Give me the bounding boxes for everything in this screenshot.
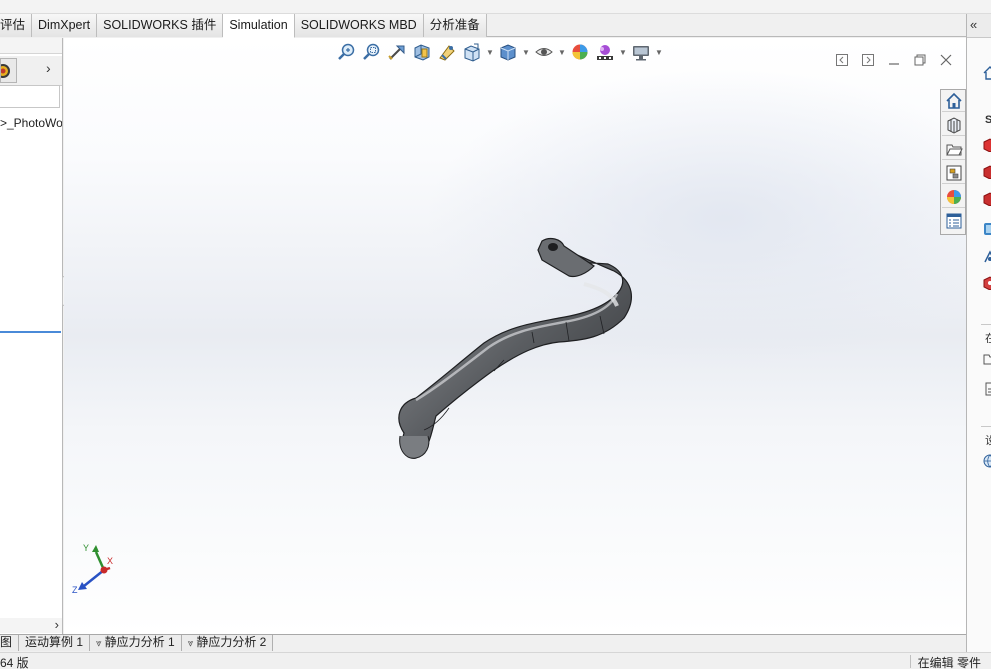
triad-y-label: Y (83, 543, 89, 553)
chevron-right-icon[interactable]: › (46, 60, 51, 76)
folder-icon[interactable] (983, 352, 991, 366)
panel-splitter[interactable] (0, 331, 61, 333)
globe-icon[interactable] (983, 454, 991, 468)
tab-solidworks-mbd[interactable]: SOLIDWORKS MBD (294, 14, 424, 37)
home-icon[interactable] (942, 90, 965, 112)
bottom-study-tabs: 图 运动算例 1 ⩔ 静应力分析 1 ⩔ 静应力分析 2 (0, 634, 966, 651)
tab-evaluate[interactable]: 评估 (0, 14, 33, 37)
command-manager-tabs: 评估 DimXpert SOLIDWORKS 插件 Simulation SOL… (0, 14, 966, 38)
edit-mode-text: 在编辑 零件 (917, 656, 981, 669)
tab-static-2[interactable]: ⩔ 静应力分析 2 (181, 635, 274, 651)
solidworks-window: 评估 DimXpert SOLIDWORKS 插件 Simulation SOL… (0, 0, 991, 669)
section-letter: S (985, 114, 991, 126)
tree-item-photoworks[interactable]: >_PhotoWo (0, 116, 62, 130)
file-explorer-icon[interactable] (942, 138, 965, 160)
tab-model[interactable]: 图 (0, 635, 20, 651)
drawing-icon[interactable] (983, 192, 991, 206)
document-icon[interactable] (983, 382, 991, 396)
appearance-tab[interactable] (0, 58, 17, 83)
design-library-icon[interactable] (942, 114, 965, 136)
custom-properties-icon[interactable] (942, 210, 965, 232)
home-icon[interactable] (983, 66, 991, 80)
status-bar: 64 版 在编辑 零件 (0, 652, 991, 669)
appearances-scenes-icon[interactable] (942, 186, 965, 208)
simulation-study-icon: ⩔ (187, 638, 194, 649)
tab-simulation[interactable]: Simulation (223, 14, 295, 38)
title-strip (0, 0, 991, 14)
assembly-icon[interactable] (983, 165, 991, 179)
section-letter: 在 (985, 333, 991, 345)
version-text: 64 版 (0, 656, 29, 669)
tab-solidworks-addins[interactable]: SOLIDWORKS 插件 (97, 14, 224, 37)
tab-static-1[interactable]: ⩔ 静应力分析 1 (90, 635, 182, 651)
appearance-icon (0, 64, 10, 78)
section-letter: 设 (985, 435, 991, 447)
tab-static-2-label: 静应力分析 2 (196, 635, 267, 649)
tutorial-icon[interactable] (983, 222, 991, 236)
divider (981, 324, 991, 325)
simulation-study-icon: ⩔ (96, 638, 102, 649)
task-pane-tabs (940, 89, 966, 235)
tab-static-1-label: 静应力分析 1 (104, 635, 175, 649)
feature-manager-panel: › >_PhotoWo › (0, 38, 63, 634)
divider (910, 655, 911, 668)
resources-icon[interactable] (983, 276, 991, 290)
panel-header (0, 38, 62, 54)
view-palette-icon[interactable] (942, 162, 965, 184)
part-icon[interactable] (983, 138, 991, 152)
tab-analysis-preparation[interactable]: 分析准备 (423, 14, 487, 37)
horizontal-scrollbar[interactable]: › (0, 617, 62, 633)
tree-filter-input[interactable] (0, 85, 60, 108)
triad-z-label: Z (72, 585, 78, 595)
tab-motion-study-1[interactable]: 运动算例 1 (19, 635, 91, 651)
collapse-pane-icon[interactable]: « (967, 14, 991, 38)
scroll-right-icon[interactable]: › (55, 617, 59, 632)
part-model[interactable] (64, 38, 966, 634)
routing-icon[interactable] (983, 250, 991, 264)
panel-tabs: › (0, 56, 62, 86)
divider (981, 426, 991, 427)
triad-x-label: X (107, 556, 113, 566)
graphics-area[interactable]: ▼ ▼ ▼ ▼ ▼ Y X Z (64, 38, 966, 634)
reference-triad: Y X Z (72, 543, 113, 595)
tab-dimxpert[interactable]: DimXpert (32, 14, 98, 37)
task-pane: « S 在 设 (966, 14, 991, 652)
